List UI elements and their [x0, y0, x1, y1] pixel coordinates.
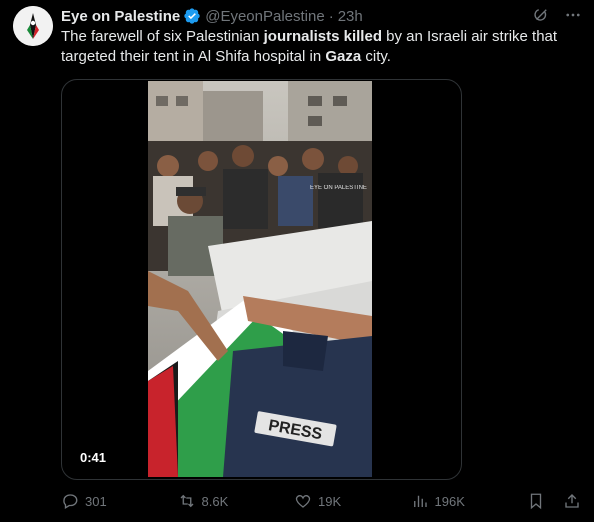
text-part-bold: journalists killed [263, 28, 382, 45]
reply-count: 301 [85, 493, 107, 509]
views-chart-icon [413, 495, 427, 507]
text-part: The farewell of six Palestinian [61, 28, 264, 45]
display-name[interactable]: Eye on Palestine [61, 8, 180, 25]
bookmark-icon[interactable] [527, 492, 545, 510]
share-icon[interactable] [563, 492, 581, 510]
separator-dot: · [328, 7, 334, 25]
handle[interactable]: @EyeonPalestine [205, 8, 324, 25]
like-count: 19K [318, 493, 342, 509]
views-button[interactable]: 196K [411, 492, 528, 510]
video-player[interactable]: PRESS EYE ON PALESTINE 0:41 [61, 79, 462, 480]
text-part-bold: Gaza [325, 48, 362, 65]
video-frame[interactable]: PRESS EYE ON PALESTINE [148, 81, 372, 477]
heart-icon [295, 494, 311, 508]
tweet-header: Eye on Palestine @EyeonPalestine · 23h [61, 6, 582, 26]
like-button[interactable]: 19K [294, 492, 411, 510]
reply-icon [63, 494, 78, 509]
repost-count: 8.6K [201, 493, 229, 509]
reply-button[interactable]: 301 [61, 492, 178, 510]
action-bar: 301 8.6K 19K 196K [61, 490, 581, 512]
avatar[interactable] [13, 6, 53, 46]
timestamp[interactable]: 23h [338, 8, 363, 25]
tweet-text: The farewell of six Palestinian journali… [61, 27, 581, 67]
video-watermark: EYE ON PALESTINE [310, 185, 367, 191]
tweet[interactable]: Eye on Palestine @EyeonPalestine · 23h T… [0, 0, 594, 522]
repost-icon [180, 494, 193, 508]
view-count: 196K [434, 493, 465, 509]
verified-badge-icon [183, 7, 201, 25]
avatar-eye-icon [13, 6, 53, 46]
text-part: city. [361, 48, 391, 65]
grok-icon[interactable] [532, 6, 550, 28]
video-duration: 0:41 [74, 448, 113, 467]
repost-button[interactable]: 8.6K [178, 492, 295, 510]
share-actions [527, 492, 581, 510]
video-scene: PRESS EYE ON PALESTINE [148, 81, 372, 477]
more-options-icon[interactable] [564, 6, 582, 28]
